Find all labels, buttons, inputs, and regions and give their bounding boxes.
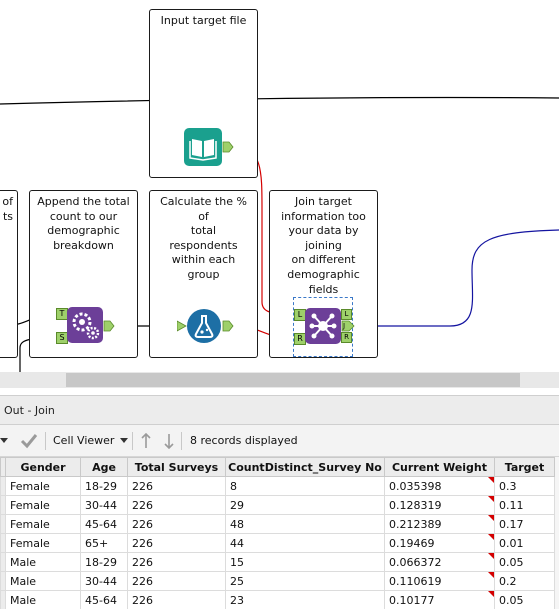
- container-partial[interactable]: of ts: [0, 190, 18, 358]
- cell-gender[interactable]: Female: [5, 476, 81, 496]
- container-calc-label: Calculate the % of total respondents wit…: [160, 195, 247, 281]
- cell-total-surveys[interactable]: 226: [127, 552, 226, 572]
- cell-countdistinct[interactable]: 44: [225, 533, 385, 553]
- cell-current-weight[interactable]: 0.10177: [384, 590, 495, 609]
- column-header-gender[interactable]: Gender: [5, 457, 81, 477]
- cell-viewer-dropdown[interactable]: Cell Viewer: [53, 434, 114, 447]
- input-output-anchor[interactable]: [222, 141, 234, 153]
- arrow-up-icon[interactable]: [140, 433, 152, 449]
- cell-gender[interactable]: Male: [5, 590, 81, 609]
- table-row[interactable]: Male 18-29 226 15 0.066372 0.05: [0, 552, 555, 572]
- table-row[interactable]: Male 45-64 226 23 0.10177 0.05: [0, 590, 555, 609]
- container-partial-label: of ts: [2, 195, 13, 223]
- long-connection-wire: [0, 96, 559, 105]
- table-row[interactable]: Male 30-44 226 25 0.110619 0.2: [0, 571, 555, 591]
- cell-countdistinct[interactable]: 8: [225, 476, 385, 496]
- book-icon: [184, 128, 222, 166]
- container-append-label: Append the total count to our demographi…: [37, 195, 130, 252]
- formula-tool[interactable]: [186, 308, 222, 344]
- results-table: Gender Age Total Surveys CountDistinct_S…: [0, 457, 555, 609]
- cell-target[interactable]: 0.11: [494, 495, 555, 515]
- check-icon[interactable]: [20, 433, 38, 449]
- join-network-icon: [305, 308, 341, 344]
- arrow-down-icon[interactable]: [163, 433, 175, 449]
- cell-current-weight[interactable]: 0.212389: [384, 514, 495, 534]
- table-row[interactable]: Female 30-44 226 29 0.128319 0.11: [0, 495, 555, 515]
- cell-age[interactable]: 18-29: [80, 476, 128, 496]
- formula-output-anchor[interactable]: [222, 320, 234, 332]
- cell-target[interactable]: 0.3: [494, 476, 555, 496]
- workflow-canvas[interactable]: Input target file of ts Append the total…: [0, 0, 559, 372]
- cell-age[interactable]: 30-44: [80, 495, 128, 515]
- join-inner-output-label: J: [343, 322, 346, 330]
- cell-gender[interactable]: Female: [5, 514, 81, 534]
- header-row: Gender Age Total Surveys CountDistinct_S…: [0, 457, 555, 477]
- join-left-output-anchor[interactable]: L: [341, 309, 352, 320]
- cell-total-surveys[interactable]: 226: [127, 476, 226, 496]
- column-header-total-surveys[interactable]: Total Surveys: [127, 457, 226, 477]
- gears-icon: [67, 307, 103, 343]
- table-row[interactable]: Female 45-64 226 48 0.212389 0.17: [0, 514, 555, 534]
- cell-target[interactable]: 0.2: [494, 571, 555, 591]
- container-input-label: Input target file: [160, 14, 247, 27]
- chevron-down-icon[interactable]: [120, 438, 128, 443]
- cell-current-weight[interactable]: 0.128319: [384, 495, 495, 515]
- column-header-countdistinct-survey-no[interactable]: CountDistinct_Survey No: [225, 457, 385, 477]
- cell-age[interactable]: 18-29: [80, 552, 128, 572]
- column-header-target[interactable]: Target: [494, 457, 555, 477]
- cell-gender[interactable]: Female: [5, 495, 81, 515]
- input-data-tool[interactable]: [184, 128, 222, 166]
- cell-total-surveys[interactable]: 226: [127, 533, 226, 553]
- join-tool[interactable]: [305, 308, 341, 344]
- cell-countdistinct[interactable]: 15: [225, 552, 385, 572]
- toolbar-separator: [181, 432, 182, 450]
- cell-current-weight[interactable]: 0.19469: [384, 533, 495, 553]
- column-header-age[interactable]: Age: [80, 457, 128, 477]
- cell-countdistinct[interactable]: 23: [225, 590, 385, 609]
- cell-countdistinct[interactable]: 25: [225, 571, 385, 591]
- records-count: 8 records displayed: [190, 434, 298, 447]
- toolbar-separator: [132, 432, 133, 450]
- container-join-label: Join target information too your data by…: [281, 195, 366, 296]
- panel-divider: [0, 388, 559, 395]
- append-output-anchor[interactable]: [103, 320, 115, 332]
- cell-total-surveys[interactable]: 226: [127, 590, 226, 609]
- results-panel-header: Out - Join: [0, 395, 559, 425]
- cell-gender[interactable]: Male: [5, 552, 81, 572]
- cell-total-surveys[interactable]: 226: [127, 571, 226, 591]
- wire-join-output: [354, 229, 559, 327]
- cell-target[interactable]: 0.05: [494, 590, 555, 609]
- cell-current-weight[interactable]: 0.066372: [384, 552, 495, 572]
- toolbar-separator: [45, 432, 46, 450]
- cell-countdistinct[interactable]: 48: [225, 514, 385, 534]
- results-toolbar: Cell Viewer 8 records displayed: [0, 425, 559, 457]
- results-grid[interactable]: Gender Age Total Surveys CountDistinct_S…: [0, 457, 559, 609]
- cell-target[interactable]: 0.17: [494, 514, 555, 534]
- cell-age[interactable]: 30-44: [80, 571, 128, 591]
- table-row[interactable]: Female 65+ 226 44 0.19469 0.01: [0, 533, 555, 553]
- cell-current-weight[interactable]: 0.110619: [384, 571, 495, 591]
- cell-gender[interactable]: Male: [5, 571, 81, 591]
- append-fields-tool[interactable]: [67, 307, 103, 343]
- flask-icon: [187, 309, 221, 343]
- cell-target[interactable]: 0.05: [494, 552, 555, 572]
- cell-current-weight[interactable]: 0.035398: [384, 476, 495, 496]
- cell-total-surveys[interactable]: 226: [127, 514, 226, 534]
- column-header-current-weight[interactable]: Current Weight: [384, 457, 495, 477]
- table-row[interactable]: Female 18-29 226 8 0.035398 0.3: [0, 476, 555, 496]
- cell-age[interactable]: 65+: [80, 533, 128, 553]
- cell-age[interactable]: 45-64: [80, 590, 128, 609]
- scrollbar-thumb[interactable]: [66, 373, 520, 387]
- cell-countdistinct[interactable]: 29: [225, 495, 385, 515]
- results-panel-title: Out - Join: [4, 404, 55, 417]
- filter-dropdown-icon[interactable]: [0, 438, 8, 443]
- cell-total-surveys[interactable]: 226: [127, 495, 226, 515]
- cell-gender[interactable]: Female: [5, 533, 81, 553]
- cell-age[interactable]: 45-64: [80, 514, 128, 534]
- cell-target[interactable]: 0.01: [494, 533, 555, 553]
- canvas-horizontal-scrollbar[interactable]: [0, 372, 559, 388]
- join-right-output-anchor[interactable]: R: [341, 332, 352, 343]
